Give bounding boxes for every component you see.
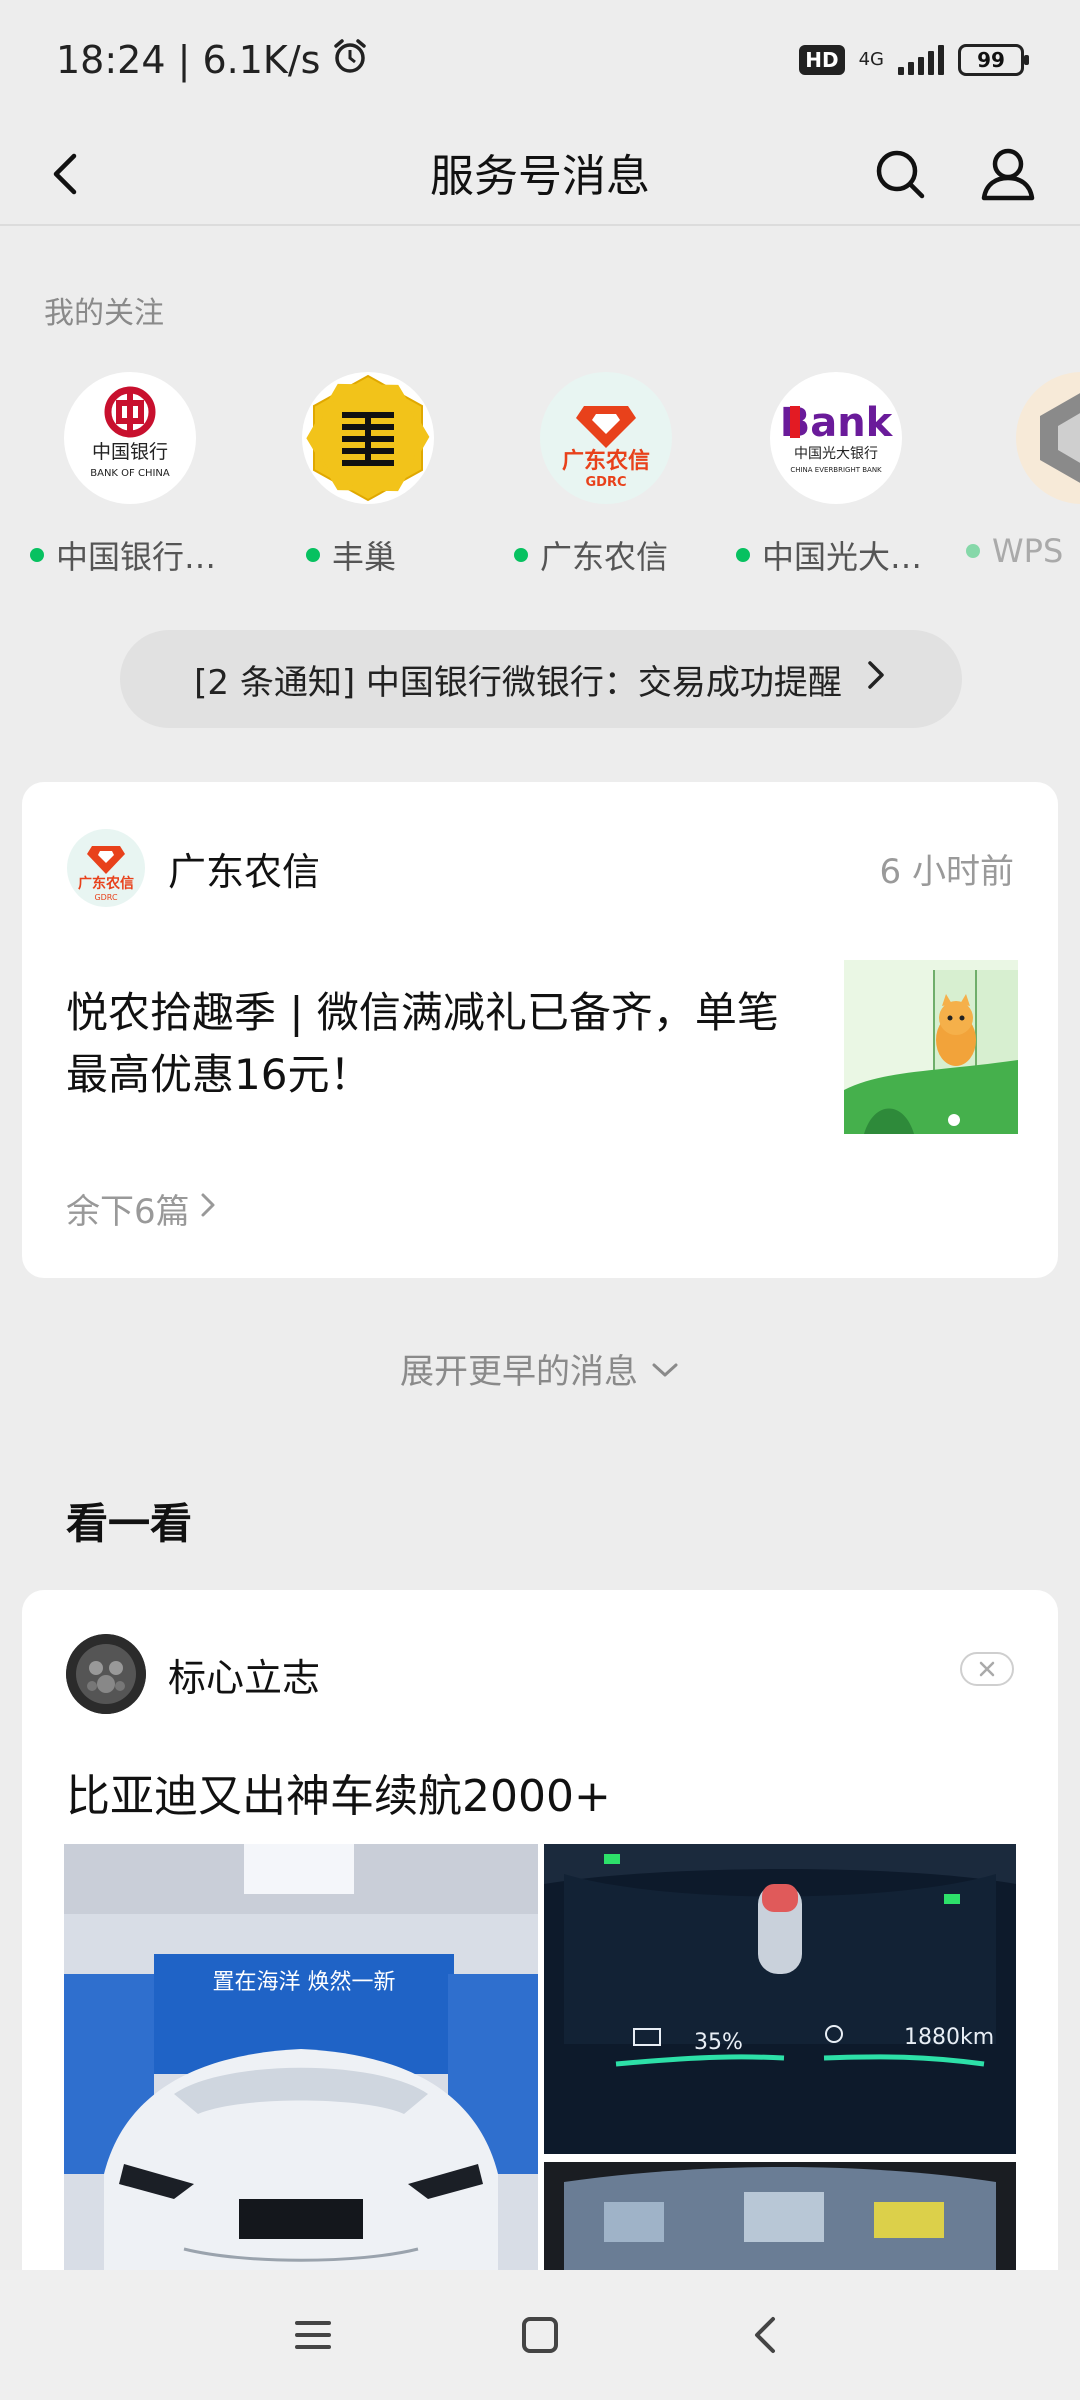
- back-icon[interactable]: [36, 144, 96, 204]
- dash-battery-text: 35%: [694, 2030, 743, 2055]
- author-avatar[interactable]: [66, 1634, 146, 1714]
- account-name: WPS: [992, 532, 1064, 570]
- online-dot: [30, 548, 44, 562]
- gdrc-avatar[interactable]: 广东农信 GDRC: [66, 828, 146, 908]
- article-image-dashboard[interactable]: 35% 1880km: [544, 1844, 1016, 2154]
- followed-account-boc[interactable]: 中国银行 BANK OF CHINA 中国银行…: [30, 368, 230, 578]
- menu-icon[interactable]: [283, 2305, 343, 2365]
- article-image-interior[interactable]: [544, 2162, 1016, 2270]
- expand-label: 展开更早的消息: [400, 1352, 638, 1392]
- followed-account-fengchao[interactable]: 丰巢: [268, 368, 468, 578]
- everbright-logo-sub: 中国光大银行: [794, 446, 878, 462]
- hd-badge: HD: [799, 45, 845, 75]
- battery-level: 99: [977, 48, 1005, 72]
- more-articles-link[interactable]: 余下6篇: [66, 1184, 218, 1233]
- gdrc-logo-sub: GDRC: [585, 475, 626, 490]
- top-app-bar: 服务号消息: [0, 120, 1080, 226]
- discover-article-card[interactable]: 标心立志 比亚迪又出神车续航2000+ 置在海洋 焕然一新 35% 1880km: [22, 1590, 1058, 2270]
- fengchao-logo: [302, 372, 434, 504]
- chevron-down-icon: [650, 1349, 680, 1389]
- account-name: 丰巢: [332, 538, 397, 576]
- status-bar: 18:24 | 6.1K/s HD 4G 99: [0, 0, 1080, 120]
- back-nav-icon[interactable]: [737, 2305, 797, 2365]
- chevron-right-icon: [198, 1189, 218, 1229]
- boc-logo-text: 中国银行: [92, 441, 168, 463]
- following-section-title: 我的关注: [44, 296, 164, 331]
- everbright-logo-sub2: CHINA EVERBRIGHT BANK: [790, 466, 882, 474]
- profile-icon[interactable]: [976, 142, 1040, 206]
- page-title: 服务号消息: [430, 151, 650, 202]
- status-time: 18:24 | 6.1K/s: [56, 38, 321, 82]
- alarm-icon: [330, 36, 370, 85]
- following-list: 中国银行 BANK OF CHINA 中国银行… 丰巢 广东农信 GDRC 广东…: [0, 368, 1080, 578]
- message-headline[interactable]: 悦农拾趣季 | 微信满减礼已备齐，单笔最高优惠16元！: [66, 982, 806, 1106]
- gdrc-logo-text: 广东农信: [562, 448, 650, 474]
- message-thumbnail[interactable]: [844, 960, 1018, 1134]
- online-dot: [514, 548, 528, 562]
- signal-icon: [898, 45, 944, 75]
- article-headline[interactable]: 比亚迪又出神车续航2000+: [66, 1760, 611, 1824]
- discover-section-title: 看一看: [66, 1499, 193, 1548]
- search-icon[interactable]: [870, 144, 930, 204]
- article-author[interactable]: 标心立志: [168, 1647, 320, 1702]
- online-dot: [306, 548, 320, 562]
- online-dot: [966, 544, 980, 558]
- notification-text: [2 条通知] 中国银行微银行：交易成功提醒: [194, 662, 842, 703]
- more-articles-label: 余下6篇: [66, 1192, 190, 1232]
- followed-account-everbright[interactable]: Bank 中国光大银行 CHINA EVERBRIGHT BANK 中国光大…: [736, 368, 936, 578]
- account-name: 广东农信: [540, 538, 669, 576]
- home-icon[interactable]: [510, 2305, 570, 2365]
- chevron-right-icon: [864, 658, 888, 701]
- boc-logo-sub: BANK OF CHINA: [90, 468, 170, 479]
- expand-earlier-messages[interactable]: 展开更早的消息: [0, 1344, 1080, 1393]
- account-name: 中国银行…: [56, 538, 217, 576]
- message-time: 6 小时前: [879, 852, 1014, 892]
- account-name: 中国光大…: [762, 538, 923, 576]
- notification-summary[interactable]: [2 条通知] 中国银行微银行：交易成功提醒: [120, 630, 962, 728]
- article-image-car[interactable]: 置在海洋 焕然一新: [64, 1844, 538, 2270]
- followed-account-gdrc[interactable]: 广东农信 GDRC 广东农信: [506, 368, 706, 578]
- network-type: 4G: [858, 49, 884, 70]
- message-source[interactable]: 广东农信: [168, 841, 320, 896]
- everbright-logo: Bank 中国光大银行 CHINA EVERBRIGHT BANK: [770, 372, 902, 504]
- gdrc-avatar-text: 广东农信: [78, 875, 134, 892]
- battery-icon: 99: [958, 44, 1029, 76]
- online-dot: [736, 548, 750, 562]
- wps-logo: [1016, 372, 1080, 504]
- followed-account-wps[interactable]: WPS: [966, 368, 1080, 570]
- gdrc-logo: 广东农信 GDRC: [540, 372, 672, 504]
- system-navigation-bar: [0, 2270, 1080, 2400]
- close-icon[interactable]: [960, 1652, 1014, 1686]
- banner-text: 置在海洋 焕然一新: [213, 1970, 396, 1995]
- dash-range-text: 1880km: [904, 2025, 994, 2050]
- boc-logo: 中国银行 BANK OF CHINA: [64, 372, 196, 504]
- service-message-card[interactable]: 广东农信 GDRC 广东农信 6 小时前 悦农拾趣季 | 微信满减礼已备齐，单笔…: [22, 782, 1058, 1278]
- gdrc-avatar-sub: GDRC: [94, 893, 118, 902]
